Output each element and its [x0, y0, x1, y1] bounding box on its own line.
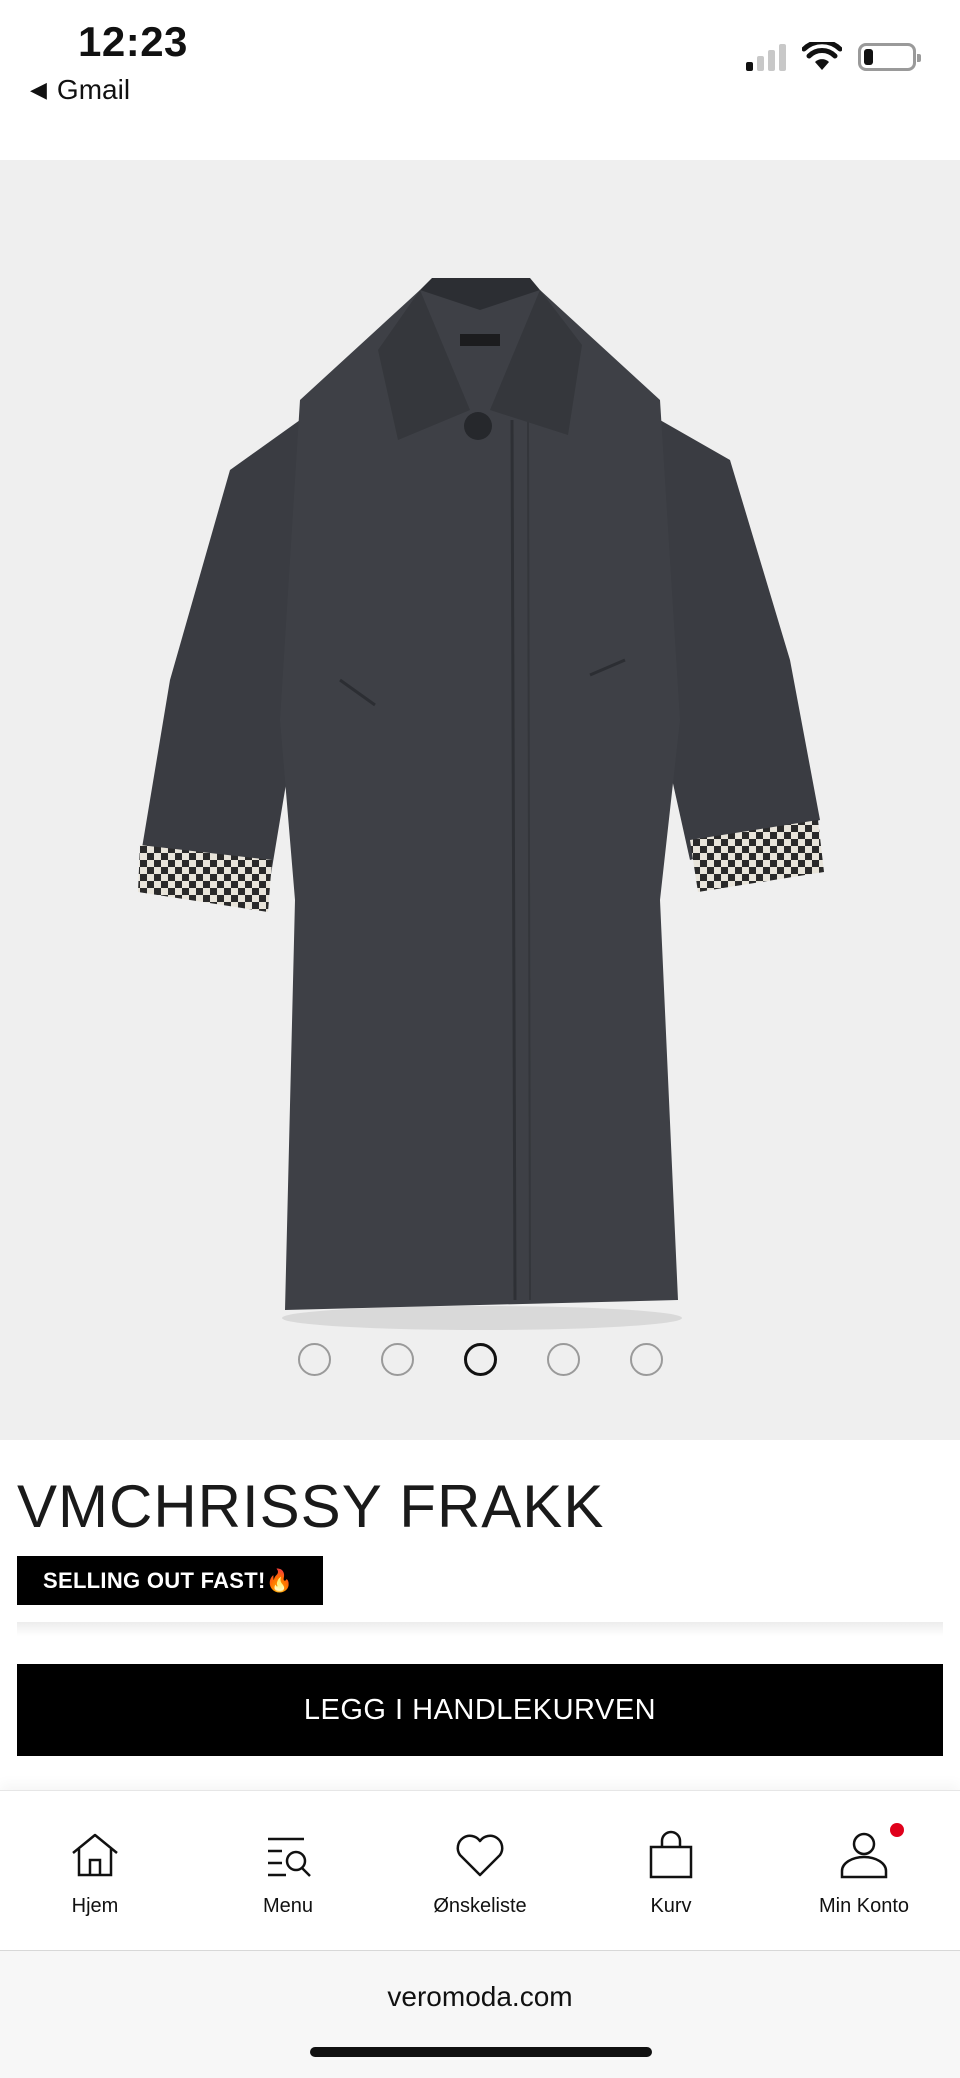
nav-item-home[interactable]: Hjem: [5, 1827, 185, 1918]
browser-address-bar[interactable]: veromoda.com: [0, 1950, 960, 2078]
account-notification-dot: [890, 1823, 904, 1837]
status-bar: 12:23 ◀ Gmail: [0, 0, 960, 160]
status-icons: [746, 42, 921, 72]
menu-search-icon: [268, 1837, 311, 1877]
add-to-cart-button[interactable]: LEGG I HANDLEKURVEN: [17, 1664, 943, 1756]
product-image-gallery[interactable]: [0, 160, 960, 1440]
wifi-icon: [802, 42, 842, 70]
product-image: [138, 278, 824, 1330]
gallery-dot-1[interactable]: [297, 1343, 331, 1376]
bottom-navigation: Hjem Menu Ønskeliste Kurv Min Konto: [0, 1790, 960, 1950]
gallery-dot-5[interactable]: [629, 1343, 663, 1376]
nav-label-wishlist: Ønskeliste: [433, 1895, 527, 1917]
nav-item-cart[interactable]: Kurv: [581, 1827, 761, 1918]
status-time: 12:23: [78, 18, 188, 65]
home-icon: [72, 1833, 118, 1877]
back-app-label: Gmail: [56, 74, 131, 105]
gallery-dot-3[interactable]: [463, 1343, 497, 1376]
gallery-dot-2[interactable]: [380, 1343, 414, 1376]
nav-label-account: Min Konto: [818, 1895, 910, 1917]
heart-icon: [456, 1834, 504, 1877]
back-to-gmail-link[interactable]: ◀ Gmail: [30, 74, 130, 106]
cellular-signal-icon: [746, 43, 786, 71]
gallery-dot-4[interactable]: [546, 1343, 580, 1376]
nav-label-home: Hjem: [71, 1895, 119, 1917]
back-triangle-icon: ◀: [30, 77, 47, 102]
nav-label-cart: Kurv: [650, 1895, 692, 1917]
battery-icon: [858, 43, 921, 71]
product-title: VMCHRISSY FRAKK: [17, 1473, 605, 1540]
nav-label-menu: Menu: [262, 1895, 314, 1917]
nav-item-account[interactable]: Min Konto: [774, 1823, 954, 1918]
url-text[interactable]: veromoda.com: [0, 1981, 960, 2013]
nav-item-menu[interactable]: Menu: [198, 1827, 378, 1918]
home-indicator[interactable]: [310, 2047, 652, 2057]
selling-out-fast-badge: SELLING OUT FAST!🔥: [17, 1556, 323, 1605]
shopping-bag-icon: [649, 1830, 693, 1879]
divider: [17, 1622, 943, 1636]
gallery-pagination: [0, 1343, 960, 1376]
nav-item-wishlist[interactable]: Ønskeliste: [390, 1827, 570, 1918]
user-icon: [840, 1832, 888, 1879]
